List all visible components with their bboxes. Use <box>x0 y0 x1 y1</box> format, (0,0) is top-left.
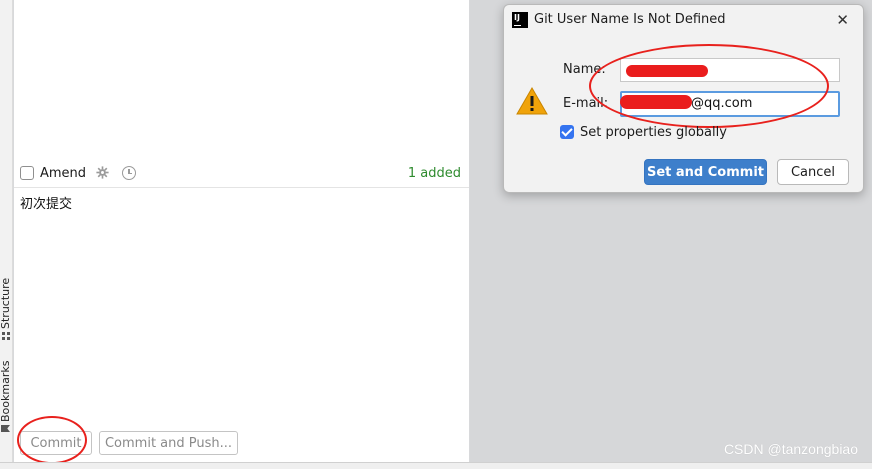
watermark: CSDN @tanzongbiao <box>723 441 858 457</box>
set-and-commit-button[interactable]: Set and Commit <box>644 159 767 185</box>
left-tool-strip: Structure Bookmarks <box>0 0 13 469</box>
annotation-circle-fields <box>589 44 829 128</box>
bookmarks-tab-label: Bookmarks <box>0 360 12 422</box>
clock-icon[interactable] <box>122 166 136 180</box>
set-globally-checkbox[interactable] <box>560 125 574 139</box>
commit-and-push-button[interactable]: Commit and Push... <box>99 431 238 455</box>
changes-status: 1 added <box>407 166 461 181</box>
gear-icon[interactable] <box>96 166 109 179</box>
bookmark-icon <box>1 425 10 432</box>
structure-tab[interactable]: Structure <box>0 278 12 340</box>
bookmarks-tab[interactable]: Bookmarks <box>0 361 12 432</box>
dialog-title: Git User Name Is Not Defined <box>534 12 726 27</box>
amend-checkbox[interactable] <box>20 166 34 180</box>
warning-icon <box>516 87 548 115</box>
annotation-circle-commit <box>17 416 87 464</box>
cancel-button[interactable]: Cancel <box>777 159 849 185</box>
status-bar <box>0 462 872 469</box>
commit-message-input[interactable]: 初次提交 <box>20 193 72 212</box>
structure-tab-label: Structure <box>0 277 12 329</box>
commit-panel: Amend 1 added 初次提交 Commit Commit and Pus… <box>14 0 469 462</box>
close-icon[interactable]: ✕ <box>836 11 849 29</box>
amend-row: Amend 1 added <box>14 158 469 188</box>
set-globally-label[interactable]: Set properties globally <box>580 125 727 140</box>
amend-label[interactable]: Amend <box>40 166 86 181</box>
app-logo-icon: IJ <box>512 12 528 28</box>
structure-icon <box>1 332 10 340</box>
git-user-dialog: IJ Git User Name Is Not Defined ✕ Name: … <box>503 4 864 193</box>
